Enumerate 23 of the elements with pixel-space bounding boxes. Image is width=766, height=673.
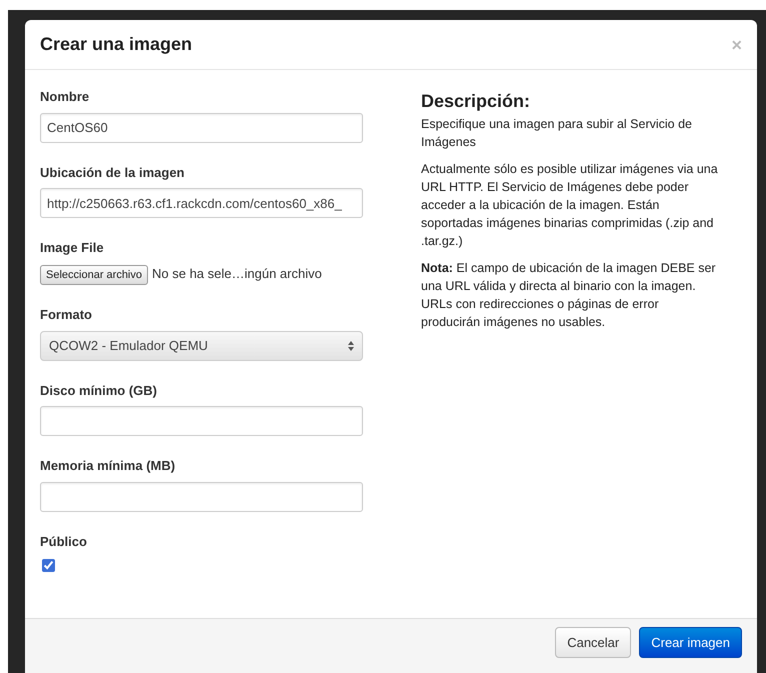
format-select[interactable]: QCOW2 - Emulador QEMU	[40, 330, 363, 360]
input-field[interactable]: CentOS60	[40, 112, 363, 142]
input-field[interactable]	[40, 406, 363, 436]
field-label: Ubicación de la imagen	[40, 164, 186, 182]
dialog-title: Crear una imagen	[40, 34, 192, 56]
description-paragraph: Nota: El campo de ubicación de la imagen DEBE ser una URL válida y directa al binario con la imagen. URLs con redirecciones o páginas de error producirán imágenes no usables.	[421, 260, 717, 331]
create-button[interactable]: Crear imagen	[639, 627, 742, 658]
field-label: Disco mínimo (GB)	[40, 382, 158, 400]
description-paragraph: Actualmente sólo es posible utilizar imágenes via una URL HTTP. El Servicio de Imágenes debe poder acceder a la ubicación de la imagen. Están soportadas imágenes binarias comprimidas (.zip and .tar.gz.)	[421, 160, 719, 250]
file-status: No se ha sele…ingún archivo	[152, 266, 322, 280]
select-arrows-icon	[348, 340, 354, 350]
cancel-button[interactable]: Cancelar	[555, 627, 632, 658]
field-label: Formato	[40, 306, 93, 324]
field-label: Nombre	[40, 88, 90, 106]
field-label: Image File	[40, 239, 105, 257]
input-field[interactable]: http://c250663.r63.cf1.rackcdn.com/centos60_x86_	[40, 188, 363, 218]
description-paragraph: Especifique una imagen para subir al Servicio de Imágenes	[421, 116, 693, 151]
choose-file-button[interactable]: Seleccionar archivo	[40, 264, 148, 285]
description-heading: Descripción:	[421, 91, 532, 113]
input-field[interactable]	[40, 482, 363, 512]
field-label: Memoria mínima (MB)	[40, 457, 176, 475]
field-label: Público	[40, 532, 88, 550]
public-checkbox[interactable]	[42, 559, 55, 572]
